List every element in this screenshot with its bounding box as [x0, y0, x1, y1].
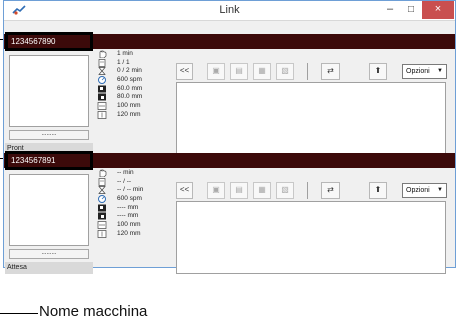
info-pattern-b-value: ---- mm — [117, 212, 139, 220]
chevron-down-icon: ▼ — [437, 68, 443, 74]
pattern-icon — [98, 93, 106, 101]
info-row-time: -- min — [97, 169, 167, 178]
sheets-icon — [98, 177, 106, 186]
transfer-button[interactable]: ⇄ — [321, 182, 340, 199]
preview-area — [9, 174, 89, 246]
layout-4-button[interactable]: ▧ — [276, 182, 294, 199]
machine-panel-1: 1234567890 ......... Pront 1 min 1 / 1 0… — [4, 32, 455, 156]
hand-icon — [99, 50, 107, 58]
options-label: Opzioni — [406, 187, 430, 194]
send-button[interactable]: ⬆ — [369, 182, 387, 199]
width-icon — [97, 102, 107, 110]
send-button[interactable]: ⬆ — [369, 63, 387, 80]
height-icon — [97, 110, 107, 119]
layout-1-button[interactable]: ▣ — [207, 182, 225, 199]
callout-marker — [0, 158, 3, 159]
options-dropdown[interactable]: Opzioni ▼ — [402, 64, 447, 79]
hourglass-icon — [98, 186, 106, 195]
preview-button[interactable]: ......... — [9, 249, 89, 259]
pattern-icon — [98, 212, 106, 220]
info-width-value: 100 mm — [117, 221, 141, 229]
toolbar-separator — [307, 182, 308, 199]
toolbar-separator — [307, 63, 308, 80]
close-button[interactable]: × — [422, 1, 454, 19]
info-time-value: -- min — [117, 169, 134, 176]
info-sheets-value: 1 / 1 — [117, 58, 130, 66]
height-icon — [97, 229, 107, 238]
sheets-icon — [98, 58, 106, 67]
hourglass-icon — [98, 67, 106, 76]
pattern-icon — [98, 204, 106, 212]
link-window: Link – □ × 1234567890 ......... Pront 1 … — [3, 0, 456, 274]
machine-name-label: 1234567890 — [5, 32, 93, 51]
message-area[interactable] — [176, 82, 446, 155]
info-row-height: 120 mm — [97, 111, 167, 120]
info-width-value: 100 mm — [117, 102, 141, 110]
preview-area — [9, 55, 89, 127]
transfer-button[interactable]: ⇄ — [321, 63, 340, 80]
machine-panel-2: 1234567891 ......... Attesa -- min -- / … — [4, 151, 455, 275]
preview-button[interactable]: ......... — [9, 130, 89, 140]
hand-icon — [99, 169, 107, 177]
status-label: Attesa — [5, 262, 93, 274]
layout-3-button[interactable]: ▦ — [253, 63, 271, 80]
callout-label: Nome macchina — [39, 303, 148, 320]
job-info-list: 1 min 1 / 1 0 / 2 min 600 spm 60.0 mm 80… — [97, 50, 167, 120]
callout-marker — [0, 39, 3, 40]
layout-2-button[interactable]: ▤ — [230, 63, 248, 80]
layout-4-button[interactable]: ▧ — [276, 63, 294, 80]
maximize-button[interactable]: □ — [401, 3, 421, 17]
info-remaining-value: -- / -- min — [117, 186, 144, 194]
info-height-value: 120 mm — [117, 110, 141, 118]
title-bar[interactable]: Link – □ × — [4, 1, 455, 21]
info-row-height: 120 mm — [97, 230, 167, 239]
message-area[interactable] — [176, 201, 446, 274]
info-pattern-b-value: 80.0 mm — [117, 93, 143, 101]
info-pattern-a-value: ---- mm — [117, 203, 139, 211]
job-info-list: -- min -- / -- -- / -- min 600 spm ---- … — [97, 169, 167, 239]
options-dropdown[interactable]: Opzioni ▼ — [402, 183, 447, 198]
machine-name-label: 1234567891 — [5, 151, 93, 170]
info-time-value: 1 min — [117, 50, 133, 57]
layout-2-button[interactable]: ▤ — [230, 182, 248, 199]
info-speed-value: 600 spm — [117, 195, 142, 203]
collapse-button[interactable]: << — [176, 182, 193, 199]
options-label: Opzioni — [406, 68, 430, 75]
speed-gauge-icon — [98, 76, 106, 85]
callout-line — [0, 313, 38, 314]
info-remaining-value: 0 / 2 min — [117, 67, 142, 75]
layout-1-button[interactable]: ▣ — [207, 63, 225, 80]
pattern-icon — [98, 85, 106, 93]
layout-3-button[interactable]: ▦ — [253, 182, 271, 199]
collapse-button[interactable]: << — [176, 63, 193, 80]
chevron-down-icon: ▼ — [437, 187, 443, 193]
info-row-time: 1 min — [97, 50, 167, 59]
info-height-value: 120 mm — [117, 229, 141, 237]
minimize-button[interactable]: – — [380, 3, 400, 17]
info-pattern-a-value: 60.0 mm — [117, 84, 143, 92]
info-sheets-value: -- / -- — [117, 177, 132, 185]
width-icon — [97, 221, 107, 229]
info-speed-value: 600 spm — [117, 76, 142, 84]
speed-gauge-icon — [98, 195, 106, 204]
